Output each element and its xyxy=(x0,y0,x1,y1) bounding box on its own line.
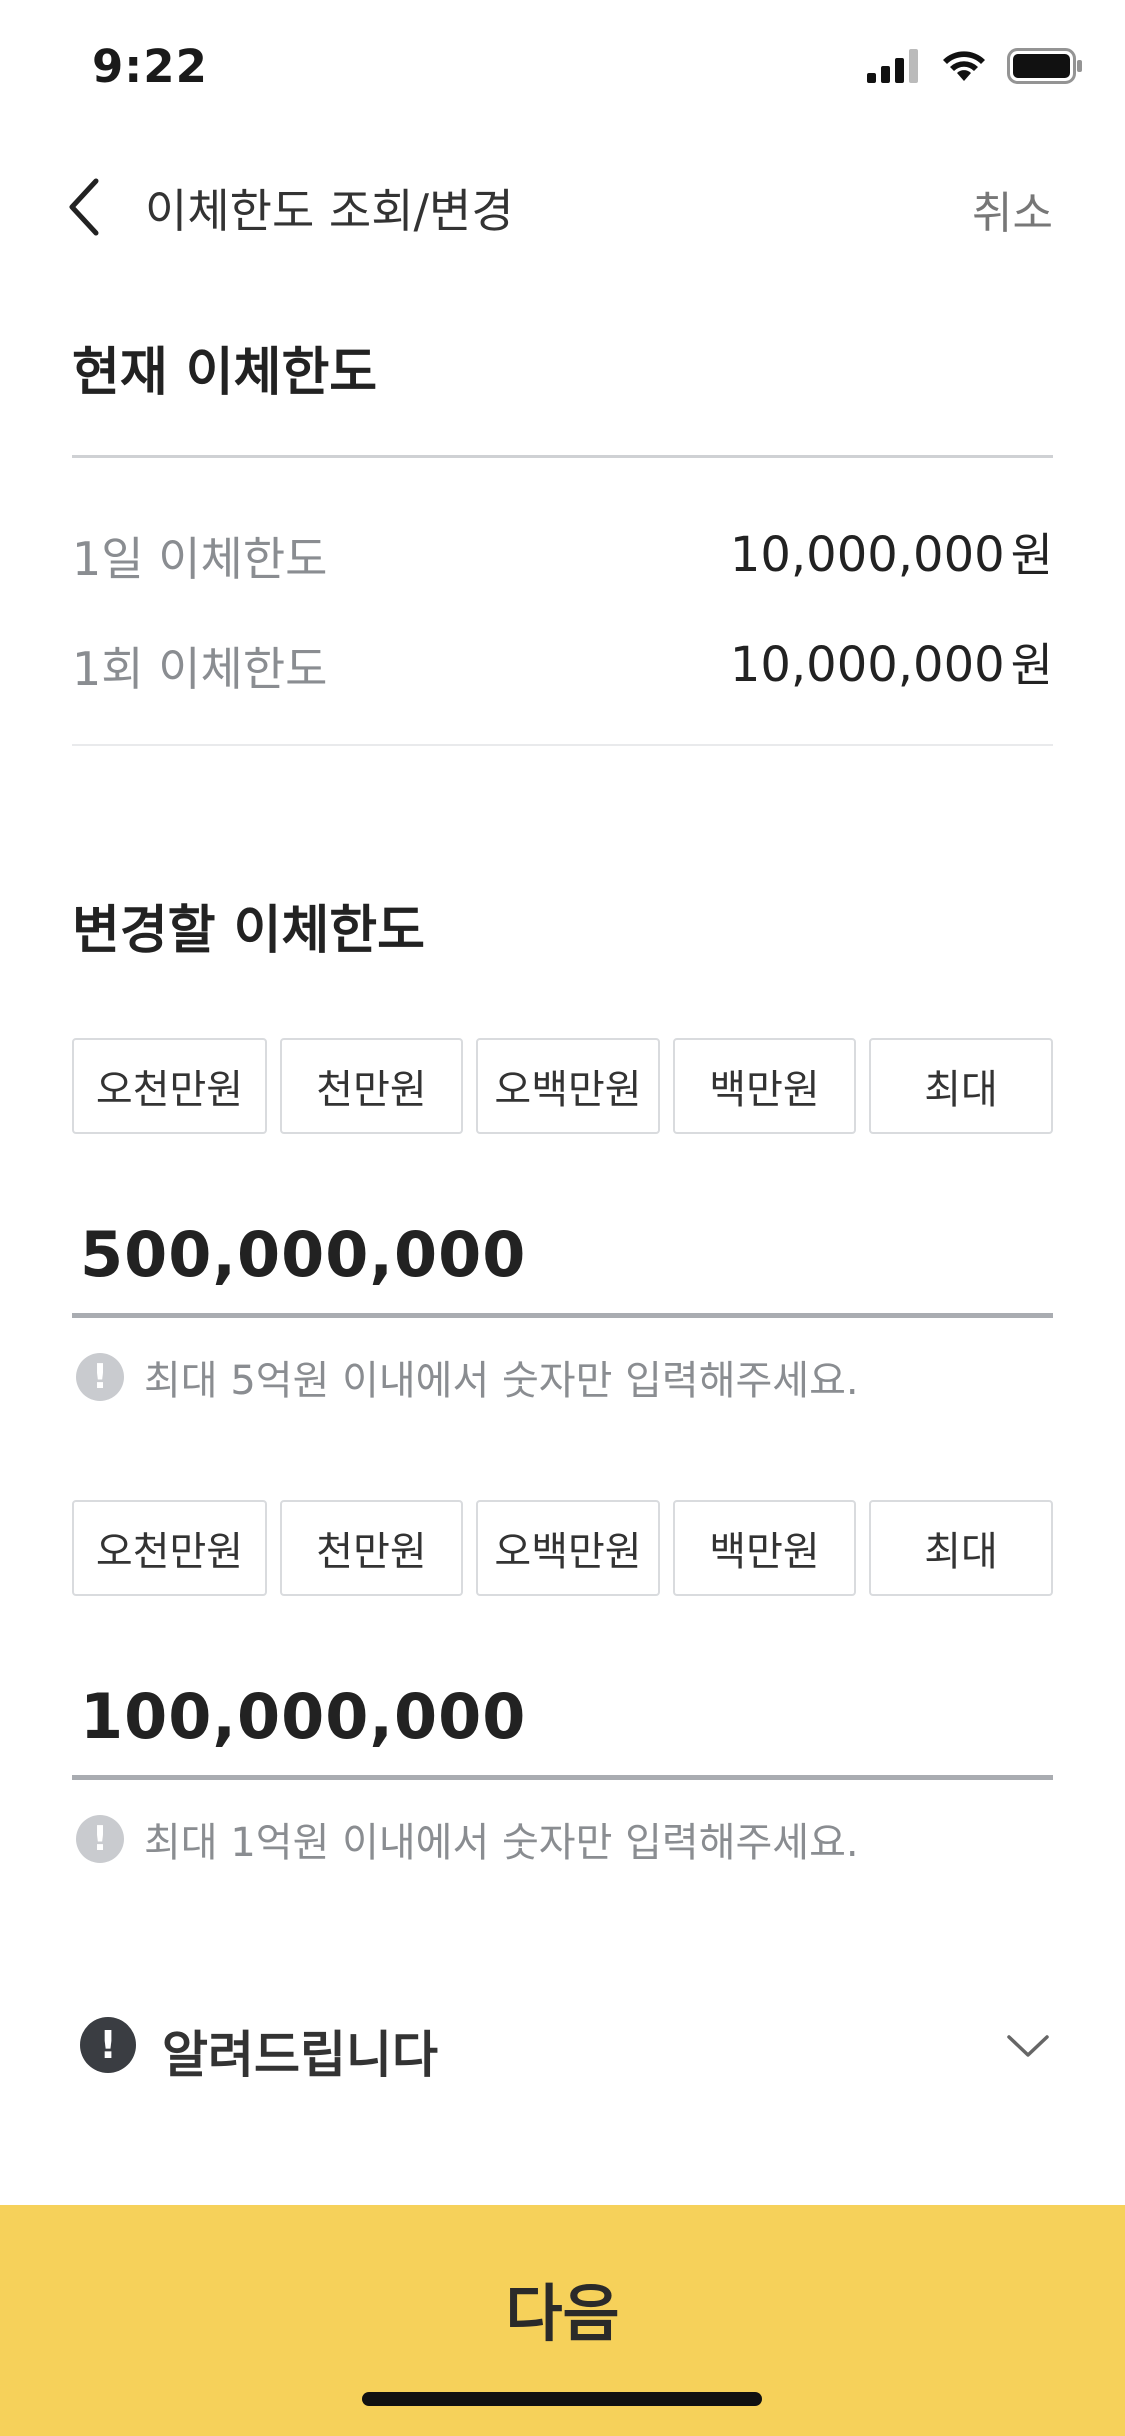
signal-icon xyxy=(867,49,918,83)
once-limit-hint-text: 최대 1억원 이내에서 숫자만 입력해주세요. xyxy=(144,1820,859,1866)
cancel-button[interactable]: 취소 xyxy=(972,177,1053,241)
daily-limit-row: 1일 이체한도 10,000,000 원 xyxy=(72,515,1053,586)
quick-button-5m[interactable]: 오백만원 xyxy=(476,1500,660,1596)
home-indicator xyxy=(362,2392,762,2406)
quick-button-10m[interactable]: 천만원 xyxy=(280,1500,463,1596)
back-button[interactable] xyxy=(60,167,130,247)
once-limit-input-value: 100,000,000 xyxy=(80,1680,527,1753)
quick-button-max[interactable]: 최대 xyxy=(869,1038,1053,1134)
change-limit-title: 변경할 이체한도 xyxy=(72,901,425,961)
daily-limit-hint: ! 최대 5억원 이내에서 숫자만 입력해주세요. xyxy=(76,1348,859,1406)
status-icons xyxy=(867,48,1083,84)
nav-bar: 이체한도 조회/변경 취소 xyxy=(0,155,1125,255)
daily-limit-input-value: 500,000,000 xyxy=(80,1218,527,1291)
info-icon: ! xyxy=(76,1353,124,1401)
page-title: 이체한도 조회/변경 xyxy=(145,184,514,238)
quick-button-max[interactable]: 최대 xyxy=(869,1500,1053,1596)
info-icon: ! xyxy=(76,1815,124,1863)
daily-limit-unit: 원 xyxy=(1010,528,1053,582)
alert-icon: ! xyxy=(80,2017,136,2073)
status-time: 9:22 xyxy=(92,40,208,93)
once-limit-hint: ! 최대 1억원 이내에서 숫자만 입력해주세요. xyxy=(76,1810,859,1868)
transfer-limit-screen: 9:22 이체한도 조회/변경 취소 현재 이체한도 1일 이체한도 10,00… xyxy=(0,0,1125,2436)
status-bar: 9:22 xyxy=(0,0,1125,135)
notice-label: 알려드립니다 xyxy=(162,2026,438,2084)
wifi-icon xyxy=(943,51,985,81)
chevron-left-icon xyxy=(69,178,99,236)
quick-button-1m[interactable]: 백만원 xyxy=(673,1038,856,1134)
quick-button-10m[interactable]: 천만원 xyxy=(280,1038,463,1134)
notice-accordion[interactable]: ! 알려드립니다 xyxy=(72,2005,1053,2085)
daily-limit-input[interactable]: 500,000,000 xyxy=(72,1208,1053,1318)
next-button-label: 다음 xyxy=(505,2277,620,2350)
section-divider-light xyxy=(72,744,1053,746)
current-limit-title: 현재 이체한도 xyxy=(72,343,378,403)
chevron-down-icon xyxy=(1007,2035,1049,2057)
daily-quick-amount-buttons: 오천만원 천만원 오백만원 백만원 최대 xyxy=(72,1038,1053,1134)
daily-limit-value: 10,000,000 원 xyxy=(730,519,1053,585)
section-divider xyxy=(72,455,1053,458)
battery-icon xyxy=(1007,48,1082,84)
once-limit-row: 1회 이체한도 10,000,000 원 xyxy=(72,625,1053,696)
once-limit-input[interactable]: 100,000,000 xyxy=(72,1670,1053,1780)
quick-button-1m[interactable]: 백만원 xyxy=(673,1500,856,1596)
quick-button-5m[interactable]: 오백만원 xyxy=(476,1038,660,1134)
quick-button-50m[interactable]: 오천만원 xyxy=(72,1500,267,1596)
daily-limit-amount: 10,000,000 xyxy=(729,527,1005,583)
daily-limit-label: 1일 이체한도 xyxy=(72,532,328,586)
daily-limit-hint-text: 최대 5억원 이내에서 숫자만 입력해주세요. xyxy=(144,1358,859,1404)
once-quick-amount-buttons: 오천만원 천만원 오백만원 백만원 최대 xyxy=(72,1500,1053,1596)
once-limit-value: 10,000,000 원 xyxy=(730,629,1053,695)
quick-button-50m[interactable]: 오천만원 xyxy=(72,1038,267,1134)
once-limit-unit: 원 xyxy=(1010,638,1053,692)
once-limit-amount: 10,000,000 xyxy=(729,637,1005,693)
once-limit-label: 1회 이체한도 xyxy=(72,642,328,696)
